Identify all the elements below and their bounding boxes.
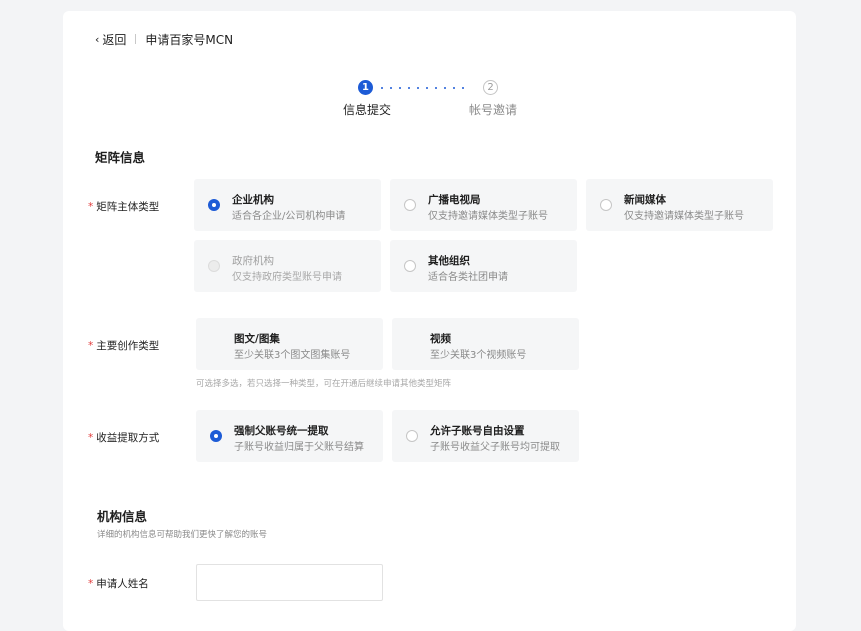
required-marker: * xyxy=(88,432,94,444)
option-desc: 仅支持邀请媒体类型子账号 xyxy=(428,211,548,222)
chevron-left-icon: ‹ xyxy=(95,32,100,46)
form-card: ‹ 返回 申请百家号MCN 1 2 信息提交 帐号邀请 矩阵信息 * 矩阵主体类型… xyxy=(63,11,796,631)
option-broadcast-bureau[interactable]: 广播电视局 仅支持邀请媒体类型子账号 xyxy=(390,179,577,231)
matrix-section-title: 矩阵信息 xyxy=(95,150,146,165)
back-label: 返回 xyxy=(102,32,127,47)
applicant-name-input[interactable] xyxy=(196,564,383,601)
option-child-withdraw[interactable]: 允许子账号自由设置 子账号收益父子账号均可提取 xyxy=(392,410,579,462)
radio-disabled-icon xyxy=(208,260,220,272)
breadcrumb: ‹ 返回 申请百家号MCN xyxy=(95,31,233,47)
option-desc: 适合各企业/公司机构申请 xyxy=(232,211,346,222)
option-desc: 仅支持政府类型账号申请 xyxy=(232,272,342,283)
option-news-media[interactable]: 新闻媒体 仅支持邀请媒体类型子账号 xyxy=(586,179,773,231)
option-video[interactable]: 视频 至少关联3个视频账号 xyxy=(392,318,579,370)
org-section-subtitle: 详细的机构信息可帮助我们更快了解您的账号 xyxy=(97,530,268,540)
step-2-label: 帐号邀请 xyxy=(469,103,518,117)
step-2-indicator: 2 xyxy=(483,80,498,95)
option-desc: 子账号收益归属于父账号结算 xyxy=(234,442,364,453)
radio-checked-icon[interactable] xyxy=(210,430,222,442)
progress-stepper: 1 2 信息提交 帐号邀请 xyxy=(63,79,796,123)
option-title: 强制父账号统一提取 xyxy=(234,425,329,437)
withdraw-method-label: * 收益提取方式 xyxy=(88,432,160,444)
org-section-title: 机构信息 xyxy=(97,509,148,524)
option-title: 政府机构 xyxy=(232,255,274,267)
option-image-text[interactable]: 图文/图集 至少关联3个图文图集账号 xyxy=(196,318,383,370)
creation-type-hint: 可选择多选，若只选择一种类型，可在开通后继续申请其他类型矩阵 xyxy=(196,379,452,389)
back-button[interactable]: ‹ 返回 xyxy=(95,31,126,48)
option-desc: 至少关联3个视频账号 xyxy=(430,350,527,361)
radio-icon[interactable] xyxy=(404,260,416,272)
option-desc: 适合各类社团申请 xyxy=(428,272,508,283)
option-title: 图文/图集 xyxy=(234,333,280,345)
required-marker: * xyxy=(88,340,94,352)
step-1-label: 信息提交 xyxy=(343,103,392,117)
page-title: 申请百家号MCN xyxy=(145,32,234,47)
option-title: 企业机构 xyxy=(232,194,274,206)
option-title: 新闻媒体 xyxy=(624,194,666,206)
radio-icon[interactable] xyxy=(406,430,418,442)
step-1-indicator: 1 xyxy=(358,80,373,95)
step-connector xyxy=(381,87,464,89)
creation-type-label: * 主要创作类型 xyxy=(88,340,160,352)
required-marker: * xyxy=(88,201,94,213)
radio-icon[interactable] xyxy=(404,199,416,211)
option-desc: 至少关联3个图文图集账号 xyxy=(234,350,351,361)
radio-checked-icon[interactable] xyxy=(208,199,220,211)
radio-icon[interactable] xyxy=(600,199,612,211)
option-desc: 仅支持邀请媒体类型子账号 xyxy=(624,211,744,222)
option-enterprise[interactable]: 企业机构 适合各企业/公司机构申请 xyxy=(194,179,381,231)
option-title: 视频 xyxy=(430,333,451,345)
option-title: 允许子账号自由设置 xyxy=(430,425,525,437)
entity-type-label: * 矩阵主体类型 xyxy=(88,201,160,213)
divider xyxy=(135,34,137,44)
option-title: 广播电视局 xyxy=(428,194,481,206)
option-parent-withdraw[interactable]: 强制父账号统一提取 子账号收益归属于父账号结算 xyxy=(196,410,383,462)
option-other-org[interactable]: 其他组织 适合各类社团申请 xyxy=(390,240,577,292)
option-desc: 子账号收益父子账号均可提取 xyxy=(430,442,560,453)
applicant-name-label: * 申请人姓名 xyxy=(88,578,149,590)
required-marker: * xyxy=(88,578,94,590)
option-government: 政府机构 仅支持政府类型账号申请 xyxy=(194,240,381,292)
option-title: 其他组织 xyxy=(428,255,470,267)
